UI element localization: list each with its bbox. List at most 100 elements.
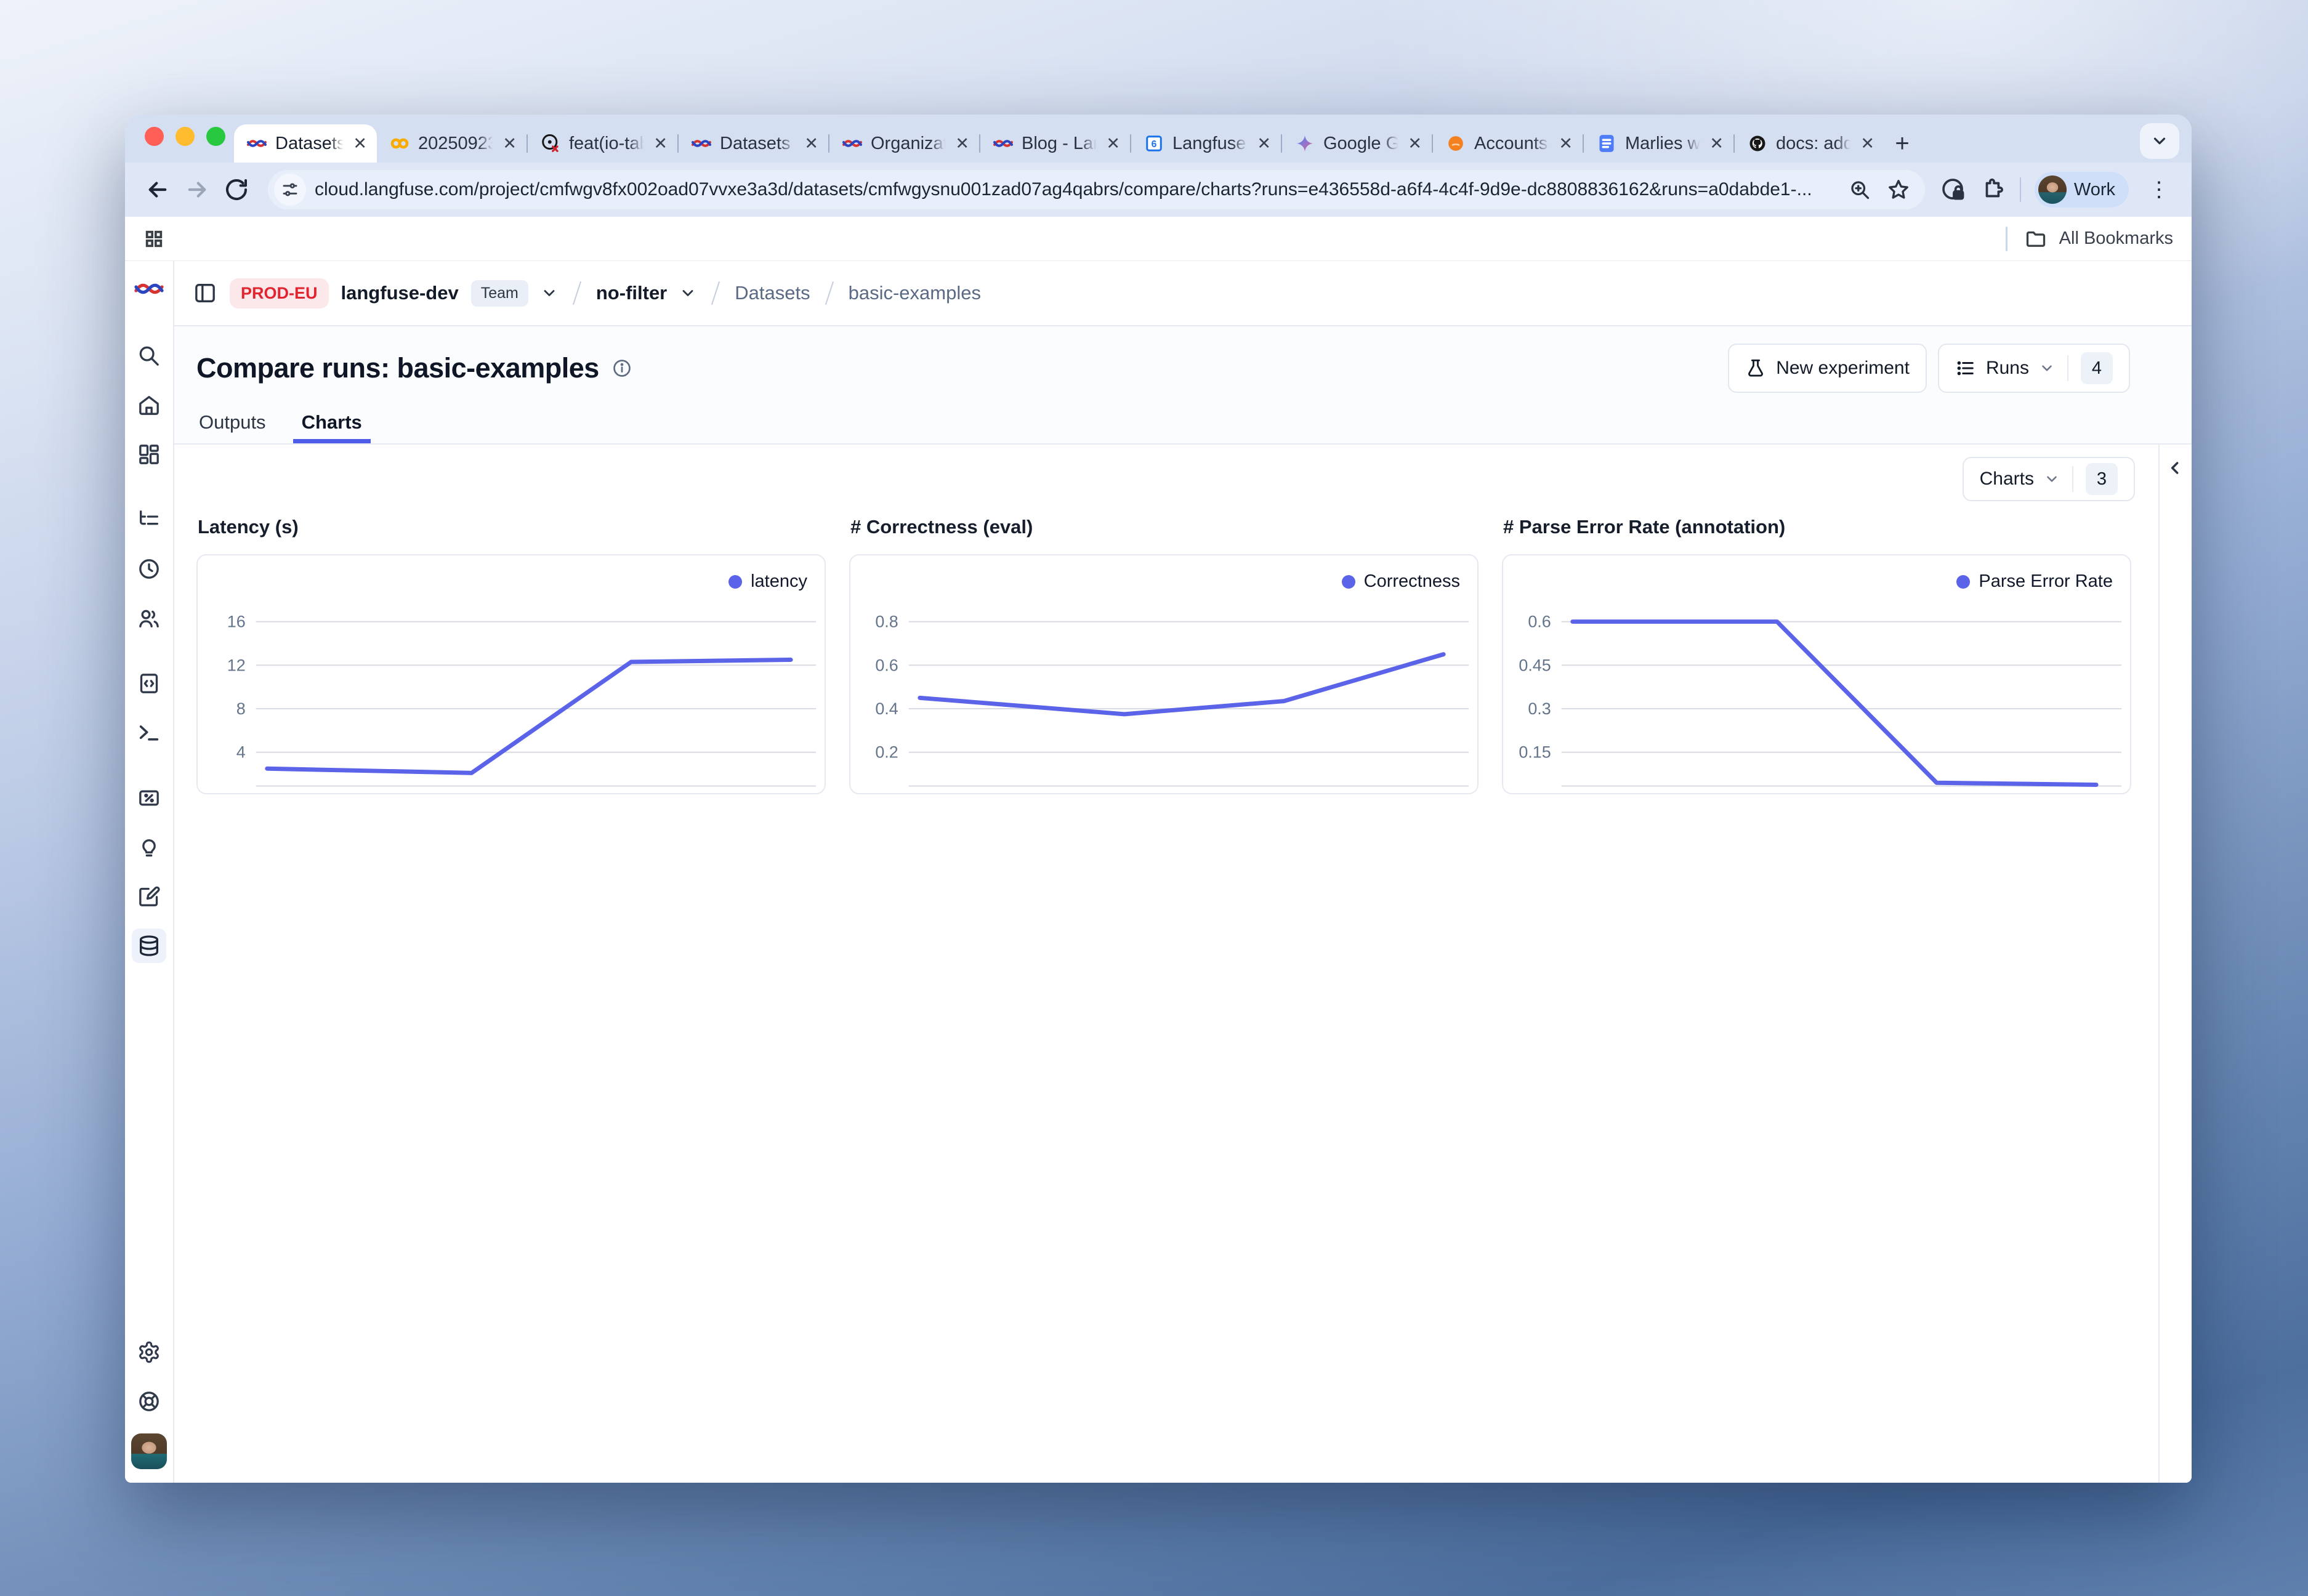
tab-close-icon[interactable]: ✕ <box>1257 135 1271 152</box>
bookmark-star-icon[interactable] <box>1887 178 1910 201</box>
browser-tab-5[interactable]: Blog - Lang ✕ <box>980 124 1130 163</box>
tab-label: Marlies we <box>1625 134 1701 154</box>
site-settings-icon[interactable] <box>274 174 306 206</box>
tab-overflow-button[interactable] <box>2140 123 2179 159</box>
sidebar-item-dashboards[interactable] <box>132 437 166 472</box>
toolbar-divider <box>2020 177 2021 202</box>
profile-name: Work <box>2074 180 2115 200</box>
app-header: PROD-EU langfuse-dev Team no-filter Data… <box>174 261 2192 326</box>
tab-close-icon[interactable]: ✕ <box>1559 135 1573 152</box>
browser-tab-7[interactable]: Google Ger✕ <box>1282 124 1432 163</box>
browser-tab-2[interactable]: feat(io-tab ✕ <box>528 124 677 163</box>
sidebar-item-playground[interactable] <box>132 715 166 750</box>
org-switcher-chevron-icon[interactable] <box>541 284 558 302</box>
file-code-icon <box>137 671 161 696</box>
charts-filter-button[interactable]: Charts 3 <box>1963 457 2135 501</box>
sidebar-item-sessions[interactable] <box>132 552 166 586</box>
folder-icon <box>2025 228 2047 250</box>
tab-close-icon[interactable]: ✕ <box>1709 135 1724 152</box>
sidebar-item-evaluation[interactable] <box>132 830 166 864</box>
pen-square-icon <box>137 884 161 909</box>
clock-icon <box>137 557 161 581</box>
tab-close-icon[interactable]: ✕ <box>804 135 818 152</box>
panel-toggle-icon[interactable] <box>193 281 217 305</box>
org-name[interactable]: langfuse-dev <box>341 282 459 304</box>
tab-charts[interactable]: Charts <box>302 411 362 443</box>
browser-tab-3[interactable]: Datasets | L ✕ <box>679 124 828 163</box>
sidebar-item-scores[interactable] <box>132 781 166 815</box>
url-text[interactable]: cloud.langfuse.com/project/cmfwgv8fx002o… <box>315 179 1838 200</box>
reload-button[interactable] <box>220 173 253 206</box>
sidebar-item-datasets[interactable] <box>132 929 166 963</box>
chart-legend: latency <box>728 571 807 592</box>
sidebar-item-prompts[interactable] <box>132 666 166 701</box>
new-experiment-button[interactable]: New experiment <box>1728 344 1927 393</box>
browser-tab-8[interactable]: Accounts | ✕ <box>1433 124 1583 163</box>
tab-close-icon[interactable]: ✕ <box>1106 135 1120 152</box>
terminal-icon <box>137 720 161 745</box>
browser-tab-6[interactable]: 6Langfuse -✕ <box>1131 124 1281 163</box>
browser-tab-1[interactable]: 20250923✕ <box>377 124 527 163</box>
all-bookmarks[interactable]: All Bookmarks <box>2006 227 2173 251</box>
sidebar-item-search[interactable] <box>132 339 166 373</box>
info-icon[interactable] <box>611 358 632 379</box>
charts-count-badge: 3 <box>2086 463 2118 495</box>
tab-label: Blog - Lang <box>1022 134 1098 154</box>
tab-outputs[interactable]: Outputs <box>199 411 266 443</box>
extensions-puzzle-icon[interactable] <box>1980 177 2006 203</box>
toolbar-right-cluster: Work ⋮ <box>1940 172 2176 208</box>
breadcrumb-dataset-name[interactable]: basic-examples <box>849 282 981 304</box>
tab-close-icon[interactable]: ✕ <box>502 135 517 152</box>
browser-tab-0[interactable]: Datasets | L✕ <box>234 124 377 163</box>
back-button[interactable] <box>141 173 174 206</box>
legend-dot <box>728 575 742 589</box>
tab-close-icon[interactable]: ✕ <box>955 135 969 152</box>
breadcrumb-datasets-link[interactable]: Datasets <box>735 282 810 304</box>
sidebar-item-home[interactable] <box>132 388 166 422</box>
user-avatar[interactable] <box>131 1433 167 1469</box>
sidebar-item-users[interactable] <box>132 601 166 635</box>
tab-close-icon[interactable]: ✕ <box>1860 135 1874 152</box>
tab-label: Datasets | L <box>720 134 796 154</box>
svg-text:0.6: 0.6 <box>1528 613 1551 631</box>
browser-profile-chip[interactable]: Work <box>2035 172 2129 208</box>
address-bar[interactable]: cloud.langfuse.com/project/cmfwgv8fx002o… <box>268 170 1925 209</box>
apps-grid-icon[interactable] <box>143 228 164 249</box>
tab-close-icon[interactable]: ✕ <box>653 135 668 152</box>
new-tab-button[interactable]: + <box>1884 126 1920 161</box>
legend-dot <box>1956 575 1970 589</box>
sidebar-item-support[interactable] <box>132 1384 166 1419</box>
browser-tab-4[interactable]: Organizatio ✕ <box>829 124 979 163</box>
project-name[interactable]: no-filter <box>596 282 667 304</box>
collapse-panel-chevron-icon[interactable] <box>2166 458 2185 478</box>
browser-tab-10[interactable]: docs: add✕ <box>1735 124 1884 163</box>
privacy-lock-icon[interactable] <box>1940 176 1967 203</box>
tab-label: feat(io-tab <box>569 134 645 154</box>
project-switcher-chevron-icon[interactable] <box>679 284 696 302</box>
sidebar-item-settings[interactable] <box>132 1335 166 1369</box>
all-bookmarks-label: All Bookmarks <box>2059 228 2173 249</box>
runs-selector-button[interactable]: Runs 4 <box>1938 344 2130 393</box>
tab-label: Organizatio <box>871 134 947 154</box>
tab-close-icon[interactable]: ✕ <box>353 135 367 152</box>
langfuse-logo[interactable] <box>134 275 164 303</box>
sidebar-item-annotation[interactable] <box>132 879 166 914</box>
langfuse-favicon-icon <box>691 133 712 154</box>
browser-tab-9[interactable]: Marlies we ✕ <box>1584 124 1733 163</box>
gemini-favicon-icon <box>1294 133 1315 154</box>
page-zoom-icon[interactable] <box>1849 179 1871 201</box>
environment-badge: PROD-EU <box>230 278 329 308</box>
tab-close-icon[interactable]: ✕ <box>1408 135 1422 152</box>
close-window-button[interactable] <box>145 127 164 146</box>
chart-title: # Correctness (eval) <box>850 516 1479 538</box>
sidebar-item-tracing[interactable] <box>132 502 166 537</box>
tab-label: Accounts | <box>1474 134 1551 154</box>
flask-icon <box>1745 358 1766 379</box>
forward-button[interactable] <box>180 173 214 206</box>
browser-menu-button[interactable]: ⋮ <box>2142 173 2176 206</box>
sidebar-bottom <box>131 1335 167 1483</box>
correctness-chart-card: 0.80.60.40.2 Correctness <box>849 554 1479 794</box>
runs-count-badge: 4 <box>2081 352 2113 384</box>
minimize-window-button[interactable] <box>176 127 195 146</box>
maximize-window-button[interactable] <box>206 127 225 146</box>
